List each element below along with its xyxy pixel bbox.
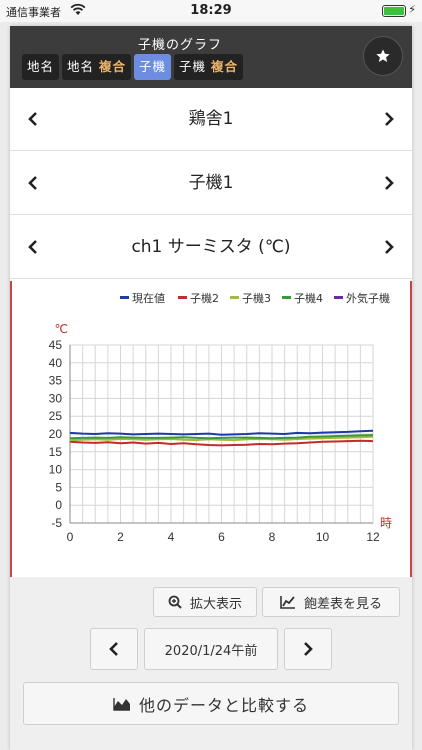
- x-tick-label: 6: [218, 530, 225, 544]
- page-title: 子機のグラフ: [137, 38, 222, 53]
- date-display[interactable]: 2020/1/24午前: [144, 628, 278, 670]
- temperature-chart: 45 40 35 30 25 20 15 10 5 0 -5 0 2 4 6 8 10 12 ℃ 時 現在値 子機2 子機3…: [49, 291, 392, 544]
- y-tick-label: 45: [49, 338, 63, 352]
- compare-data-button[interactable]: 他のデータと比較する: [23, 682, 399, 725]
- tab-location[interactable]: 地名: [22, 54, 60, 80]
- zoom-in-icon: [168, 595, 182, 609]
- chevron-right-icon: [385, 176, 394, 190]
- y-tick-label: 0: [55, 498, 62, 512]
- legend-swatch: [120, 296, 129, 299]
- graph-card: 子機のグラフ 地名 地名 複合 子機 子機 複合 鶏舎1 子機1 ch1 サーミ…: [10, 26, 412, 750]
- legend-swatch: [334, 296, 343, 299]
- legend-label: 子機4: [294, 291, 323, 305]
- y-tick-label: 20: [49, 427, 63, 441]
- favorite-button[interactable]: [363, 36, 403, 76]
- x-axis-unit: 時: [380, 516, 392, 530]
- channel-label: ch1 サーミスタ (℃): [131, 237, 291, 257]
- battery-icon: [382, 5, 406, 17]
- date-prev-button[interactable]: [90, 628, 138, 670]
- mode-tabs: 地名 地名 複合 子機 子機 複合: [22, 54, 244, 80]
- line-chart-icon: [280, 596, 295, 609]
- device-next-button[interactable]: [378, 172, 400, 194]
- legend-label: 子機3: [242, 291, 271, 305]
- chevron-left-icon: [28, 240, 37, 254]
- house-label: 鶏舎1: [188, 109, 234, 129]
- area-chart-icon: [113, 697, 130, 711]
- x-tick-label: 0: [67, 530, 74, 544]
- status-bar: 通信事業者 18:29 ⚡: [0, 0, 422, 22]
- zoom-button[interactable]: 拡大表示: [153, 587, 257, 617]
- legend-label: 子機2: [190, 291, 219, 305]
- y-tick-label: 10: [49, 463, 63, 477]
- tab-device[interactable]: 子機: [134, 54, 172, 80]
- house-prev-button[interactable]: [22, 108, 44, 130]
- device-prev-button[interactable]: [22, 172, 44, 194]
- x-tick-label: 4: [168, 530, 175, 544]
- chevron-right-icon: [385, 112, 394, 126]
- tab-location-combined[interactable]: 地名 複合: [62, 54, 132, 80]
- y-tick-label: 15: [49, 445, 63, 459]
- header-bar: 子機のグラフ 地名 地名 複合 子機 子機 複合: [10, 26, 412, 88]
- legend-label: 外気子機: [346, 291, 390, 305]
- y-tick-label: 25: [49, 409, 63, 423]
- x-tick-label: 10: [316, 530, 330, 544]
- chevron-right-icon: [304, 642, 313, 656]
- x-tick-label: 12: [366, 530, 380, 544]
- y-tick-label: 40: [49, 356, 63, 370]
- y-tick-label: -5: [51, 516, 62, 530]
- chart-area: 45 40 35 30 25 20 15 10 5 0 -5 0 2 4 6 8 10 12 ℃ 時 現在値 子機2 子機3…: [10, 281, 412, 577]
- chevron-right-icon: [385, 240, 394, 254]
- device-selector: 子機1: [10, 152, 412, 215]
- charging-icon: ⚡: [408, 3, 416, 16]
- x-tick-label: 8: [269, 530, 276, 544]
- saturation-table-button[interactable]: 飽差表を見る: [262, 587, 400, 617]
- legend-label: 現在値: [132, 292, 165, 305]
- chevron-left-icon: [28, 112, 37, 126]
- channel-next-button[interactable]: [378, 236, 400, 258]
- legend-swatch: [178, 296, 187, 299]
- x-tick-label: 2: [117, 530, 124, 544]
- channel-prev-button[interactable]: [22, 236, 44, 258]
- y-tick-label: 35: [49, 374, 63, 388]
- star-icon: [376, 49, 390, 62]
- legend-swatch: [282, 296, 291, 299]
- channel-selector: ch1 サーミスタ (℃): [10, 216, 412, 279]
- house-next-button[interactable]: [378, 108, 400, 130]
- device-label: 子機1: [188, 173, 234, 193]
- tab-device-combined[interactable]: 子機 複合: [174, 54, 244, 80]
- legend-swatch: [230, 296, 239, 299]
- y-axis-unit: ℃: [55, 322, 68, 336]
- y-tick-label: 5: [55, 480, 62, 494]
- date-next-button[interactable]: [284, 628, 332, 670]
- chevron-left-icon: [28, 176, 37, 190]
- clock: 18:29: [190, 3, 232, 18]
- y-tick-label: 30: [49, 391, 63, 405]
- controls-area: 拡大表示 飽差表を見る 2020/1/24午前 他のデータと比較する: [10, 577, 412, 750]
- house-selector: 鶏舎1: [10, 88, 412, 151]
- chevron-left-icon: [109, 642, 118, 656]
